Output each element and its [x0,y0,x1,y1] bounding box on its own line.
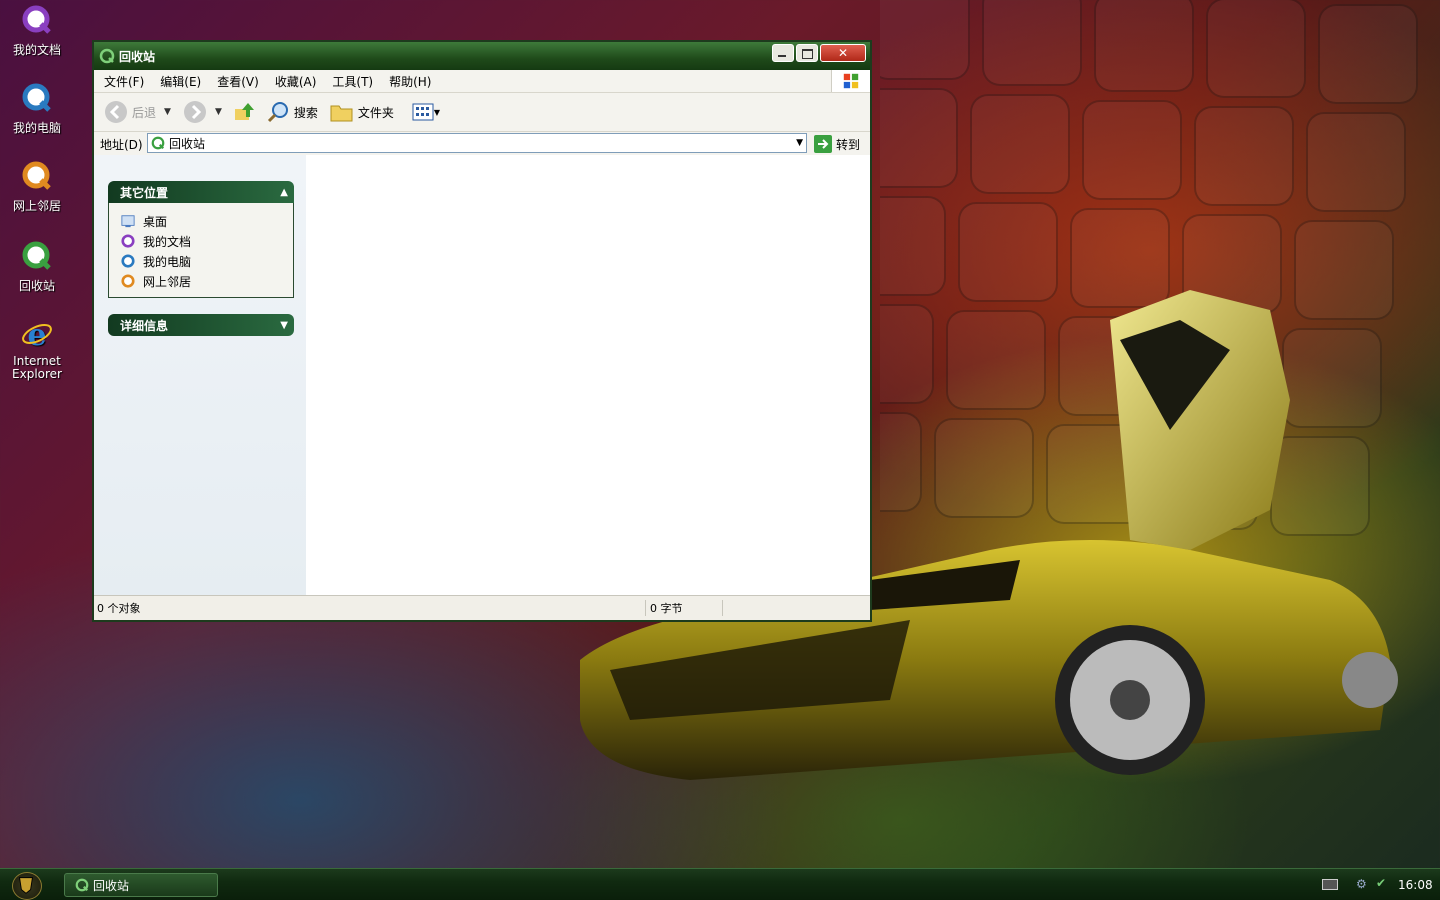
other-place-link[interactable]: 我的电脑 [121,251,293,271]
desktop-icon[interactable]: 我的文档 [2,4,72,58]
wallpaper-tile [880,88,958,188]
other-places-header[interactable]: 其它位置 ▲ [108,181,294,203]
network-tray-icon[interactable]: ⚙ [1356,877,1367,891]
go-arrow-icon [814,135,832,153]
status-size: 0 字节 [650,600,723,616]
other-place-link[interactable]: 网上邻居 [121,271,293,291]
window-title: 回收站 [119,49,156,64]
other-place-link[interactable]: 我的文档 [121,231,293,251]
menu-item[interactable]: 查看(V) [217,73,259,90]
wallpaper-tile [1306,112,1406,212]
forward-arrow-icon [183,101,206,123]
address-dropdown-button[interactable]: ▼ [796,138,803,148]
chevron-down-icon[interactable]: ▼ [215,107,222,117]
wallpaper-tile [1194,106,1294,206]
my-documents-icon [22,5,51,34]
volume-tray-icon[interactable]: ✔ [1376,876,1386,890]
forward-button[interactable]: ▼ [183,100,222,124]
address-input[interactable]: 回收站 ▼ [147,133,807,153]
desktop-icon[interactable]: 回收站 [2,240,72,294]
network-places-icon [121,274,135,288]
close-icon: ✕ [837,46,849,60]
status-objects: 0 个对象 [97,600,646,616]
minimize-button[interactable] [772,44,794,62]
desktop-icon[interactable]: 网上邻居 [2,160,72,214]
folders-button[interactable]: 文件夹 [330,101,394,123]
wallpaper-tile [982,0,1082,86]
taskbar: 回收站 ⚙ ✔ 16:08 [0,868,1440,900]
other-place-link[interactable]: 桌面 [121,211,293,231]
my-computer-icon [121,254,135,268]
internet-explorer-icon: e [22,318,52,353]
chevron-down-icon[interactable]: ▼ [164,107,171,117]
desktop-icon[interactable]: e Internet Explorer [2,318,72,381]
back-arrow-icon [105,101,127,123]
other-places-panel: 其它位置 ▲ 桌面我的文档我的电脑网上邻居 [108,181,294,298]
desktop-icon-label: 我的电脑 [12,121,61,135]
go-button[interactable]: 转到 [814,135,860,153]
desktop-icon-label: 回收站 [18,279,55,293]
wallpaper-tile [1318,4,1418,104]
close-button[interactable]: ✕ [820,44,866,62]
menu-item[interactable]: 工具(T) [332,73,373,90]
taskbar-item-recycle-bin[interactable]: 回收站 [64,873,218,897]
search-icon [267,102,288,123]
lamborghini-logo-icon [19,877,33,894]
my-documents-icon [121,234,135,248]
wallpaper-tile [880,0,970,80]
recycle-bin-icon [99,48,115,64]
views-button[interactable]: ▼ [412,102,440,122]
window-titlebar[interactable]: 回收站 [94,42,870,70]
details-header[interactable]: 详细信息 ▼ [108,314,294,336]
collapse-icon[interactable]: ▲ [280,187,288,198]
up-arrow-icon [234,102,254,120]
menu-bar: 文件(F) 编辑(E) 查看(V) 收藏(A) 工具(T) 帮助(H) [94,70,870,93]
menu-item[interactable]: 文件(F) [104,73,144,90]
expand-icon[interactable]: ▼ [280,320,288,331]
up-folder-button[interactable] [232,99,256,126]
desktop-icon-label: Internet Explorer [12,354,62,381]
folder-icon [330,105,353,122]
desktop-icon-label: 我的文档 [12,43,61,57]
menu-item[interactable]: 编辑(E) [160,73,201,90]
views-icon [412,103,434,121]
address-bar: 地址(D) 回收站 ▼ 转到 [94,132,870,157]
network-places-icon [22,161,51,190]
recycle-bin-icon [75,878,89,892]
other-place-label: 网上邻居 [143,274,192,289]
menu-item[interactable]: 收藏(A) [275,73,317,90]
recycle-bin-window[interactable]: 回收站 ✕ 文件(F) 编辑(E) 查看(V) 收藏(A) 工具(T) 帮助(H) 后退 … [92,40,872,622]
desktop-icon-label: 网上邻居 [12,199,61,213]
back-button[interactable]: 后退 ▼ [104,100,171,124]
keyboard-icon[interactable] [1322,879,1338,890]
clock: 16:08 [1398,878,1433,892]
task-pane: 其它位置 ▲ 桌面我的文档我的电脑网上邻居 详细信息 ▼ [94,155,306,596]
start-button[interactable] [12,872,42,900]
svg-text:e: e [27,318,46,350]
my-computer-icon [22,83,51,112]
recycle-bin-icon [22,241,51,270]
desktop-icon[interactable]: 我的电脑 [2,82,72,136]
desktop-icon [121,215,135,228]
maximize-button[interactable] [796,44,818,62]
details-panel: 详细信息 ▼ [108,314,294,336]
wallpaper-tile [1206,0,1306,98]
toolbar: 后退 ▼ ▼ 搜索 文件夹 ▼ [94,93,870,132]
other-place-label: 桌面 [143,214,168,229]
search-button[interactable]: 搜索 [266,100,318,124]
file-list-pane[interactable] [306,155,870,596]
wallpaper-tile [1082,100,1182,200]
wallpaper-tile [1094,0,1194,92]
recycle-bin-icon [151,136,165,150]
address-label: 地址(D) [100,137,143,152]
other-place-label: 我的文档 [143,234,192,249]
windows-logo-icon [831,70,870,92]
wallpaper-tile [970,94,1070,194]
chevron-down-icon: ▼ [433,107,441,117]
other-place-label: 我的电脑 [143,254,192,269]
status-bar: 0 个对象 0 字节 [94,595,870,620]
menu-item[interactable]: 帮助(H) [389,73,431,90]
